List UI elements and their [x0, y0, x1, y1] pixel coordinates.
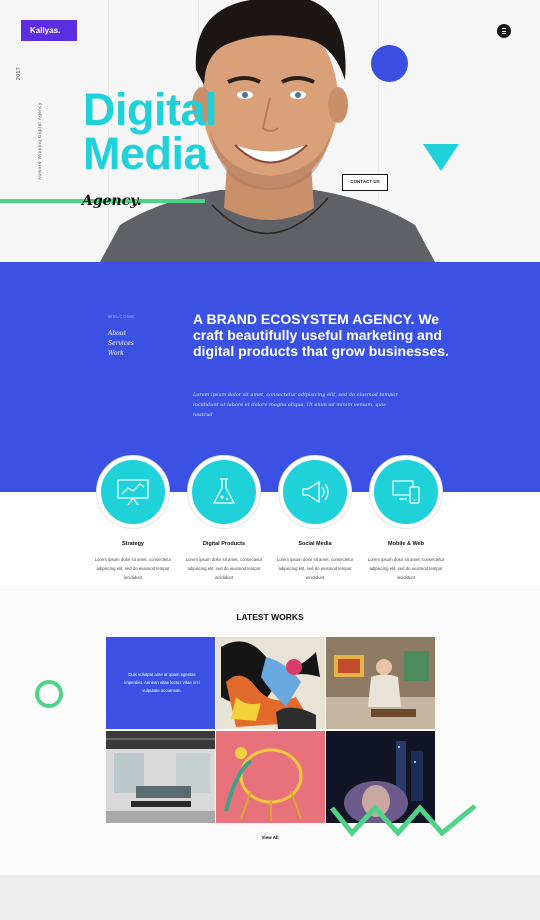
decorative-blue-circle	[371, 45, 408, 82]
latest-works-section: LATEST WORKS Duis volutpat ante at quam …	[0, 585, 540, 875]
hero-title-line2: Media	[83, 128, 209, 179]
latest-works-title: LATEST WORKS	[236, 612, 304, 622]
works-intro-tile: Duis volutpat ante at quam egestas imper…	[106, 637, 215, 729]
works-intro-text: Duis volutpat ante at quam egestas imper…	[124, 672, 200, 693]
service-description: Lorem ipsum dolor sit amet, consectetur …	[276, 557, 354, 580]
megaphone-icon	[302, 480, 329, 504]
brand-logo[interactable]: Kallyas.	[21, 20, 77, 41]
side-nav-work-link[interactable]: Work	[108, 349, 135, 359]
chart-board-icon	[117, 479, 149, 506]
work-thumbnail-chair[interactable]	[216, 731, 325, 823]
service-icon-ring	[187, 455, 261, 529]
hero-title-line1: Digital	[83, 84, 218, 135]
service-card-strategy[interactable]: Strategy Lorem ipsum dolor sit amet, con…	[93, 455, 173, 582]
page-footer	[0, 875, 540, 920]
service-description: Lorem ipsum dolor sit amet, consectetur …	[367, 557, 445, 580]
side-nav-heading: WELCOME	[108, 314, 135, 319]
intro-paragraph: Lorem ipsum dolor sit amet, consectetur …	[193, 392, 398, 418]
intro-headline: A BRAND ECOSYSTEM AGENCY. We craft beaut…	[193, 311, 449, 359]
services-section	[0, 492, 540, 585]
view-all-link[interactable]: View All	[0, 835, 540, 840]
devices-icon	[392, 480, 420, 504]
work-thumbnail-painter[interactable]	[326, 637, 435, 729]
decorative-cyan-triangle	[423, 144, 459, 171]
service-icon-ring	[96, 455, 170, 529]
service-name: Mobile & Web	[388, 541, 424, 547]
work-thumbnail-office[interactable]	[106, 731, 215, 823]
service-icon-ring	[278, 455, 352, 529]
service-description: Lorem ipsum dolor sit amet, consectetur …	[185, 557, 263, 580]
hero-award-text: Awward Winning Digital Agency	[37, 102, 42, 180]
works-grid: Duis volutpat ante at quam egestas imper…	[106, 637, 435, 823]
flask-icon	[213, 478, 235, 504]
menu-icon[interactable]	[497, 24, 511, 38]
contact-us-button[interactable]: CONTACT US	[342, 174, 388, 191]
hero-year: 2017	[16, 66, 22, 80]
side-nav-services-link[interactable]: Services	[108, 339, 135, 349]
work-thumbnail-graffiti[interactable]	[216, 637, 325, 729]
service-name: Digital Products	[202, 541, 246, 547]
service-name: Social Media	[298, 541, 332, 547]
hero-subtitle: Agency.	[82, 193, 142, 209]
service-card-digital-products[interactable]: Digital Products Lorem ipsum dolor sit a…	[184, 455, 264, 582]
hero-title: Digital Media	[83, 84, 218, 179]
service-description: Lorem ipsum dolor sit amet, consectetur …	[94, 557, 172, 580]
decorative-green-ring	[35, 680, 63, 708]
decorative-green-zigzag	[330, 804, 477, 837]
service-card-mobile-web[interactable]: Mobile & Web Lorem ipsum dolor sit amet,…	[366, 455, 446, 582]
service-icon-ring	[369, 455, 443, 529]
service-card-social-media[interactable]: Social Media Lorem ipsum dolor sit amet,…	[275, 455, 355, 582]
intro-side-nav: WELCOME About Services Work	[108, 314, 135, 359]
service-name: Strategy	[121, 541, 144, 547]
hero-section: Kallyas. 2017 Awward Winning Digital Age…	[0, 0, 540, 262]
side-nav-about-link[interactable]: About	[108, 329, 135, 339]
